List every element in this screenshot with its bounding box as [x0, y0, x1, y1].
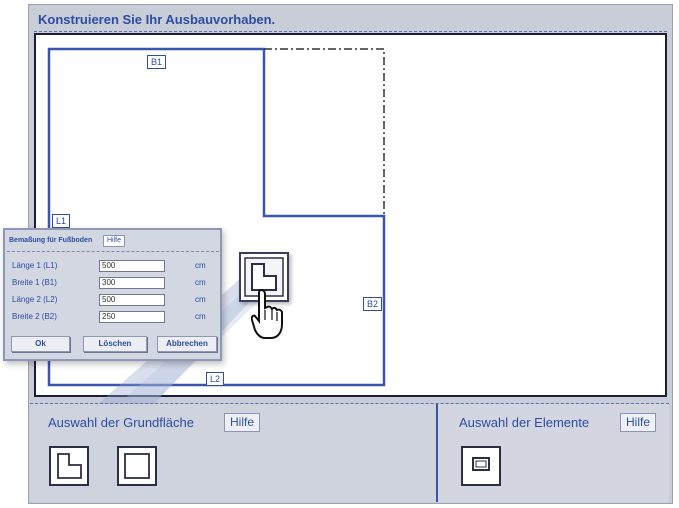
rectangle-floor-icon: [124, 453, 150, 479]
dialog-help-button[interactable]: Hilfe: [103, 235, 126, 247]
width2-label: Breite 2 (B2): [12, 312, 57, 321]
title-divider: [34, 31, 667, 32]
floor-help-button[interactable]: Hilfe: [224, 413, 261, 432]
width2-unit: cm: [195, 312, 206, 321]
length1-input[interactable]: 500: [99, 260, 165, 272]
length1-label: Länge 1 (L1): [12, 261, 58, 270]
clear-button[interactable]: Löschen: [83, 336, 147, 352]
dialog-divider: [7, 251, 219, 252]
pointing-hand-icon: [251, 288, 283, 339]
label-b2[interactable]: B2: [363, 297, 383, 311]
element-selection-title: Auswahl der Elemente: [459, 415, 590, 430]
panel-divider: [436, 404, 438, 502]
length2-unit: cm: [195, 295, 206, 304]
cancel-button[interactable]: Abbrechen: [157, 336, 217, 352]
width1-input[interactable]: 300: [99, 277, 165, 289]
window-element-tile[interactable]: [461, 446, 501, 486]
length2-input[interactable]: 500: [99, 294, 165, 306]
rectangle-floor-tile[interactable]: [117, 446, 157, 486]
dialog-title: Bemaßung für Fußboden: [9, 237, 93, 244]
label-l1[interactable]: L1: [52, 214, 71, 228]
l-shape-floor-icon: [57, 453, 82, 479]
missing-section-outline: [264, 48, 385, 216]
l-shape-floor-tile[interactable]: [49, 446, 89, 486]
ok-button[interactable]: Ok: [11, 336, 70, 352]
length2-label: Länge 2 (L2): [12, 295, 58, 304]
length1-unit: cm: [195, 261, 206, 270]
label-b1[interactable]: B1: [147, 55, 167, 69]
page-title: Konstruieren Sie Ihr Ausbauvorhaben.: [38, 12, 276, 27]
width1-unit: cm: [195, 278, 206, 287]
element-help-button[interactable]: Hilfe: [620, 413, 657, 432]
dimension-dialog: Bemaßung für Fußboden Hilfe Länge 1 (L1)…: [3, 228, 222, 361]
width1-label: Breite 1 (B1): [12, 278, 57, 287]
floor-selection-title: Auswahl der Grundfläche: [48, 415, 194, 430]
width2-input[interactable]: 250: [99, 311, 165, 323]
window-element-icon: [472, 457, 490, 471]
